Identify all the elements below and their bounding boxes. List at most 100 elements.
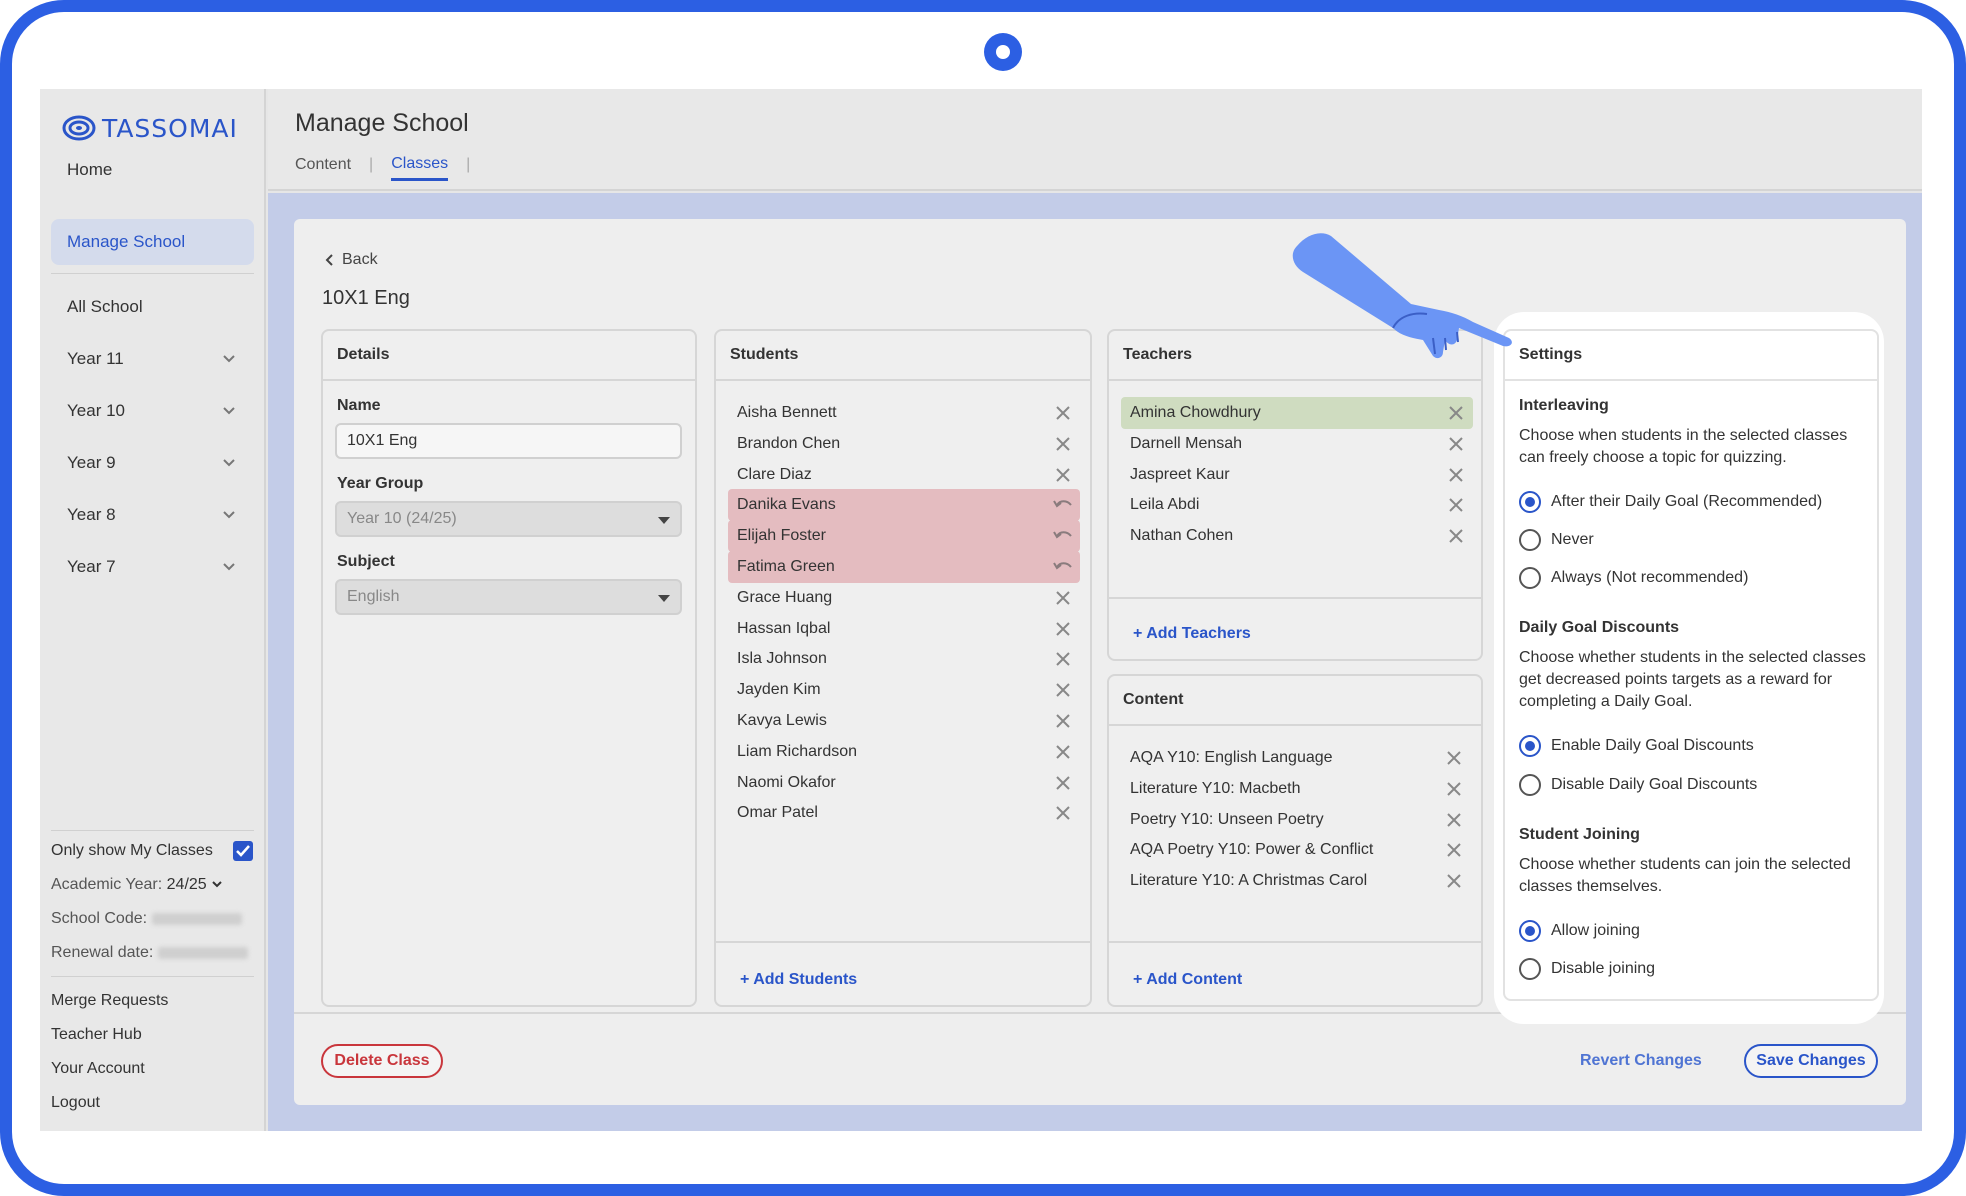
- academic-year-value: 24/25: [166, 876, 207, 893]
- sidebar-item-manage-school[interactable]: Manage School: [51, 219, 254, 265]
- close-icon[interactable]: [1054, 650, 1072, 668]
- class-title: 10X1 Eng: [322, 287, 410, 309]
- add-teachers-button[interactable]: + Add Teachers: [1133, 625, 1251, 643]
- sidebar-item-year-10[interactable]: Year 10: [51, 388, 254, 434]
- close-icon[interactable]: [1447, 435, 1465, 453]
- year-group-select[interactable]: Year 10 (24/25): [335, 501, 682, 537]
- close-icon[interactable]: [1054, 804, 1072, 822]
- tab-bar: Content | Classes |: [295, 155, 488, 181]
- interleaving-option-always[interactable]: Always (Not recommended): [1519, 567, 1748, 589]
- add-content-button[interactable]: + Add Content: [1133, 971, 1242, 989]
- sidebar-item-year-11[interactable]: Year 11: [51, 336, 254, 382]
- radio-label: Enable Daily Goal Discounts: [1551, 737, 1754, 754]
- sidebar-link-your-account[interactable]: Your Account: [51, 1060, 145, 1078]
- caret-down-icon: [658, 595, 670, 602]
- chevron-down-icon[interactable]: [220, 453, 238, 471]
- chevron-down-icon[interactable]: [220, 505, 238, 523]
- tab-classes[interactable]: Classes: [391, 155, 449, 181]
- daily-goal-option-enable[interactable]: Enable Daily Goal Discounts: [1519, 735, 1754, 757]
- list-item-label: AQA Y10: English Language: [1130, 749, 1333, 766]
- close-icon[interactable]: [1447, 466, 1465, 484]
- page-header: Manage School Content | Classes |: [268, 89, 1922, 191]
- sidebar-link-logout[interactable]: Logout: [51, 1094, 100, 1112]
- close-icon[interactable]: [1445, 749, 1463, 767]
- year-group-label: Year Group: [337, 475, 424, 492]
- undo-icon[interactable]: [1052, 558, 1074, 576]
- renewal-date-label: Renewal date:: [51, 944, 154, 961]
- list-item: Danika Evans: [728, 489, 1080, 522]
- close-icon[interactable]: [1054, 435, 1072, 453]
- sidebar: TASSOMAI Home Manage School All School Y…: [40, 89, 266, 1131]
- tab-separator: |: [369, 156, 374, 173]
- close-icon[interactable]: [1054, 681, 1072, 699]
- list-item-label: Jaspreet Kaur: [1130, 465, 1230, 483]
- list-item: Hassan Iqbal: [728, 613, 1080, 645]
- class-name-input[interactable]: 10X1 Eng: [335, 423, 682, 459]
- sidebar-item-year-8[interactable]: Year 8: [51, 492, 254, 538]
- sidebar-item-year-9[interactable]: Year 9: [51, 440, 254, 486]
- list-item-label: Grace Huang: [737, 588, 833, 606]
- list-item-label: Poetry Y10: Unseen Poetry: [1130, 810, 1324, 828]
- close-icon[interactable]: [1054, 404, 1072, 422]
- close-icon[interactable]: [1445, 841, 1463, 859]
- close-icon[interactable]: [1445, 811, 1463, 829]
- close-icon[interactable]: [1054, 712, 1072, 730]
- list-item: Isla Johnson: [728, 643, 1080, 675]
- add-students-button[interactable]: + Add Students: [740, 971, 857, 989]
- pointing-hand-icon: [1292, 233, 1512, 359]
- undo-icon[interactable]: [1052, 496, 1074, 514]
- list-item: Aisha Bennett: [728, 397, 1080, 429]
- list-item: Liam Richardson: [728, 736, 1080, 768]
- sidebar-item-home[interactable]: Home: [51, 147, 254, 193]
- logo[interactable]: TASSOMAI: [62, 111, 238, 145]
- list-item: Clare Diaz: [728, 459, 1080, 491]
- sidebar-item-all-school[interactable]: All School: [51, 284, 254, 330]
- close-icon[interactable]: [1054, 620, 1072, 638]
- subject-select[interactable]: English: [335, 579, 682, 615]
- close-icon[interactable]: [1054, 466, 1072, 484]
- close-icon[interactable]: [1445, 780, 1463, 798]
- sidebar-link-merge-requests[interactable]: Merge Requests: [51, 992, 168, 1010]
- academic-year-select[interactable]: 24/25: [167, 876, 224, 893]
- chevron-down-icon[interactable]: [220, 349, 238, 367]
- camera-icon: [984, 33, 1022, 71]
- radio-selected-icon: [1519, 920, 1541, 942]
- list-item: Nathan Cohen: [1121, 520, 1473, 552]
- chevron-left-icon: [325, 254, 333, 266]
- sidebar-item-year-7[interactable]: Year 7: [51, 544, 254, 590]
- delete-class-button[interactable]: Delete Class: [321, 1044, 443, 1078]
- interleaving-option-after-goal[interactable]: After their Daily Goal (Recommended): [1519, 491, 1822, 513]
- close-icon[interactable]: [1054, 774, 1072, 792]
- radio-label: Disable joining: [1551, 960, 1656, 977]
- list-item-label: Elijah Foster: [737, 527, 826, 545]
- list-item: Jaspreet Kaur: [1121, 459, 1473, 491]
- joining-option-allow[interactable]: Allow joining: [1519, 920, 1640, 942]
- radio-unselected-icon: [1519, 529, 1541, 551]
- close-icon[interactable]: [1054, 589, 1072, 607]
- close-icon[interactable]: [1445, 872, 1463, 890]
- sidebar-link-teacher-hub[interactable]: Teacher Hub: [51, 1026, 142, 1044]
- list-item-label: Brandon Chen: [737, 434, 841, 452]
- settings-heading: Settings: [1505, 331, 1877, 381]
- close-icon[interactable]: [1054, 743, 1072, 761]
- tab-content[interactable]: Content: [295, 156, 351, 180]
- close-icon[interactable]: [1447, 496, 1465, 514]
- interleaving-option-never[interactable]: Never: [1519, 529, 1594, 551]
- list-item-label: Jayden Kim: [737, 681, 821, 699]
- back-button[interactable]: Back: [324, 251, 378, 269]
- list-item: Grace Huang: [728, 582, 1080, 614]
- daily-goal-option-disable[interactable]: Disable Daily Goal Discounts: [1519, 774, 1757, 796]
- radio-unselected-icon: [1519, 774, 1541, 796]
- undo-icon[interactable]: [1052, 527, 1074, 545]
- academic-year: Academic Year: 24/25: [51, 876, 223, 894]
- chevron-down-icon[interactable]: [220, 557, 238, 575]
- revert-changes-button[interactable]: Revert Changes: [1580, 1044, 1702, 1078]
- save-changes-button[interactable]: Save Changes: [1744, 1044, 1878, 1078]
- brand-name: TASSOMAI: [102, 113, 238, 143]
- close-icon[interactable]: [1447, 527, 1465, 545]
- close-icon[interactable]: [1447, 404, 1465, 422]
- joining-option-disable[interactable]: Disable joining: [1519, 958, 1655, 980]
- chevron-down-icon[interactable]: [220, 401, 238, 419]
- only-my-classes-checkbox[interactable]: [233, 841, 253, 861]
- list-item: Jayden Kim: [728, 674, 1080, 706]
